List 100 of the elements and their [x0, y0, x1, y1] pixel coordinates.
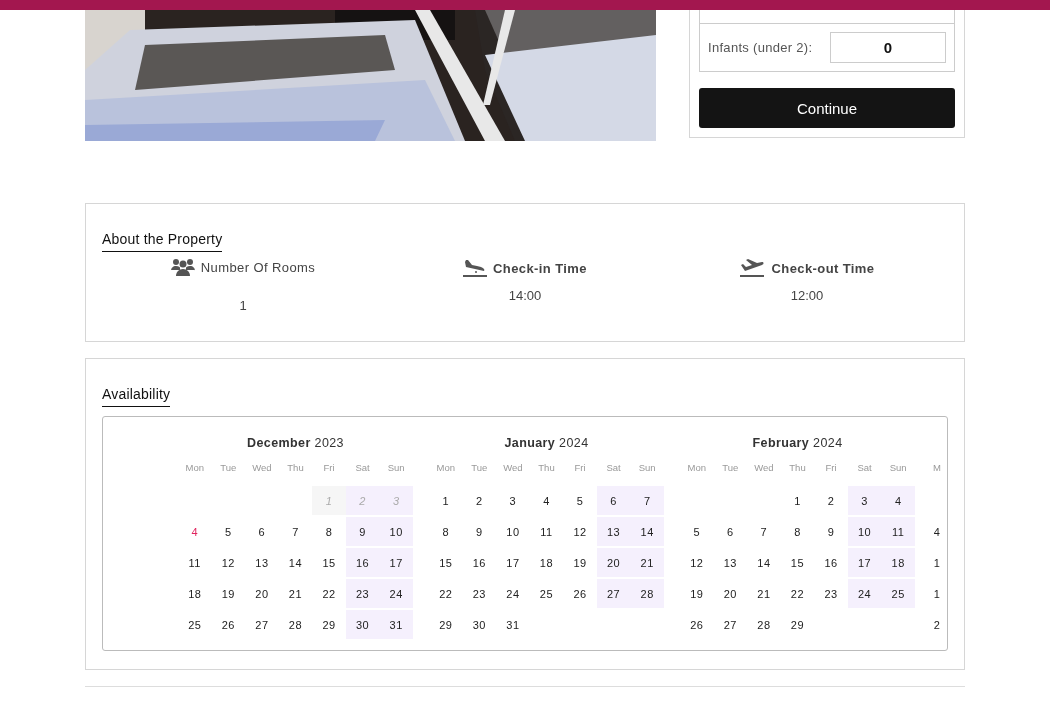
calendar-day[interactable]: 5 [680, 517, 714, 546]
calendar-day[interactable]: 16 [462, 548, 497, 577]
calendar-day[interactable]: 29 [312, 610, 346, 639]
calendar-day[interactable]: 17 [847, 548, 882, 577]
calendar-day[interactable]: 9 [345, 517, 380, 546]
calendar-day[interactable]: 21 [747, 579, 781, 608]
calendar-day[interactable]: 23 [814, 579, 848, 608]
calendar-day[interactable]: 22 [429, 579, 463, 608]
calendar-day[interactable]: 7 [747, 517, 781, 546]
people-icon [170, 258, 195, 276]
calendar-day[interactable]: 1 [780, 486, 815, 515]
calendar-day[interactable]: 29 [780, 610, 815, 639]
calendar-day[interactable]: 4 [931, 517, 943, 546]
calendar-day[interactable]: 8 [312, 517, 346, 546]
calendar-day[interactable]: 14 [747, 548, 781, 577]
calendar-day[interactable]: 17 [496, 548, 530, 577]
calendar-day[interactable]: 25 [881, 579, 915, 608]
calendar-day[interactable]: 18 [178, 579, 212, 608]
calendar-day[interactable]: 14 [630, 517, 664, 546]
calendar-day[interactable]: 26 [680, 610, 714, 639]
calendar-day[interactable]: 30 [345, 610, 380, 639]
calendar-day[interactable]: 27 [713, 610, 748, 639]
calendar-day[interactable]: 1 [931, 548, 943, 577]
calendar-day[interactable]: 2 [931, 610, 943, 639]
calendar-day[interactable]: 24 [496, 579, 530, 608]
calendar-day[interactable]: 19 [211, 579, 246, 608]
calendar-day[interactable]: 3 [847, 486, 882, 515]
calendar-day[interactable]: 27 [245, 610, 279, 639]
calendar-day[interactable]: 21 [630, 548, 664, 577]
calendar-day[interactable]: 15 [429, 548, 463, 577]
calendar-day[interactable]: 25 [178, 610, 212, 639]
calendar-day[interactable]: 25 [529, 579, 564, 608]
calendar-day[interactable]: 18 [529, 548, 564, 577]
calendar-day[interactable]: 6 [596, 486, 631, 515]
calendar-day[interactable]: 30 [462, 610, 497, 639]
calendar-day[interactable]: 14 [278, 548, 313, 577]
calendar-day[interactable]: 8 [429, 517, 463, 546]
calendar-day[interactable]: 5 [563, 486, 597, 515]
calendar-day[interactable]: 26 [563, 579, 597, 608]
calendar-day[interactable]: 28 [278, 610, 313, 639]
calendar-day[interactable]: 7 [278, 517, 313, 546]
weekday-label: Fri [322, 462, 336, 475]
calendar-day[interactable]: 13 [713, 548, 748, 577]
calendar-day[interactable]: 23 [345, 579, 380, 608]
calendar-day[interactable]: 22 [312, 579, 346, 608]
calendar-day[interactable]: 16 [345, 548, 380, 577]
calendar-day[interactable]: 10 [379, 517, 413, 546]
calendar-day[interactable]: 11 [178, 548, 212, 577]
calendar-day[interactable]: 1 [931, 579, 943, 608]
calendar-day[interactable]: 31 [496, 610, 530, 639]
month-title: December 2023 [247, 436, 344, 450]
calendar-day[interactable]: 29 [429, 610, 463, 639]
calendar-day[interactable]: 13 [596, 517, 631, 546]
calendar-day[interactable]: 17 [379, 548, 413, 577]
calendar-day[interactable]: 5 [211, 517, 246, 546]
continue-button[interactable]: Continue [699, 88, 955, 128]
calendar-day[interactable]: 28 [630, 579, 664, 608]
calendar-day[interactable]: 12 [563, 517, 597, 546]
calendar-day[interactable]: 11 [529, 517, 564, 546]
calendar-day[interactable]: 26 [211, 610, 246, 639]
calendar-day[interactable]: 4 [178, 517, 212, 546]
calendar-day[interactable]: 6 [245, 517, 279, 546]
calendar-day[interactable]: 7 [630, 486, 664, 515]
calendar-day[interactable]: 10 [847, 517, 882, 546]
calendar-day[interactable]: 15 [312, 548, 346, 577]
calendar-day[interactable]: 4 [881, 486, 915, 515]
calendar-day[interactable]: 15 [780, 548, 815, 577]
input-field[interactable]: 0 [830, 32, 946, 63]
calendar-day[interactable]: 12 [680, 548, 714, 577]
calendar-day[interactable]: 8 [780, 517, 815, 546]
calendar-day[interactable]: 16 [814, 548, 848, 577]
calendar-day[interactable]: 21 [278, 579, 313, 608]
calendar-day[interactable]: 28 [747, 610, 781, 639]
calendar-day[interactable]: 19 [563, 548, 597, 577]
calendar-day[interactable]: 3 [496, 486, 530, 515]
calendar-day[interactable]: 24 [379, 579, 413, 608]
weekday-label: Thu [537, 462, 556, 475]
calendar-day[interactable]: 1 [429, 486, 463, 515]
calendar-day[interactable]: 18 [881, 548, 915, 577]
calendar-day[interactable]: 2 [814, 486, 848, 515]
calendar-day[interactable]: 10 [496, 517, 530, 546]
calendar-day[interactable]: 27 [596, 579, 631, 608]
calendar-day[interactable]: 31 [379, 610, 413, 639]
calendar-day[interactable]: 13 [245, 548, 279, 577]
calendar-day[interactable]: 19 [680, 579, 714, 608]
calendar-day[interactable]: 22 [780, 579, 815, 608]
calendar-day[interactable]: 20 [713, 579, 748, 608]
calendar-day[interactable]: 20 [596, 548, 631, 577]
calendar-day[interactable]: 2 [462, 486, 497, 515]
calendar-day[interactable]: 4 [529, 486, 564, 515]
calendar-day[interactable]: 24 [847, 579, 882, 608]
calendar-day[interactable]: 9 [814, 517, 848, 546]
calendar-day[interactable]: 23 [462, 579, 497, 608]
calendar-day[interactable]: 11 [881, 517, 915, 546]
calendar-day[interactable]: 12 [211, 548, 246, 577]
property-label: Check-out Time [771, 260, 875, 276]
calendar-day[interactable]: 9 [462, 517, 497, 546]
section-title: About the Property [102, 231, 223, 252]
calendar-day[interactable]: 20 [245, 579, 279, 608]
calendar-day[interactable]: 6 [713, 517, 748, 546]
